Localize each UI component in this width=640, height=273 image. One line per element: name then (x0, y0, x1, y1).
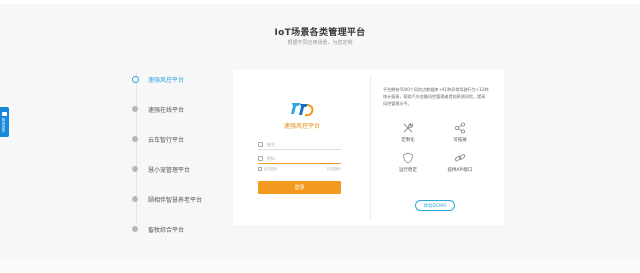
nav-dot (132, 226, 138, 232)
nav-item-risk-control[interactable]: 速强风控平台 (128, 64, 228, 94)
nav-item-label: 速强在线平台 (148, 106, 185, 114)
card-divider (370, 75, 371, 220)
nav-item-label: 畜牧综合平台 (148, 226, 185, 234)
nav-item-pet[interactable]: 慧小宠管理平台 (128, 154, 228, 184)
section-title: IoT场景各类管理平台 (274, 28, 366, 38)
share-icon (454, 122, 466, 134)
forgot-password-link[interactable]: 忘记密码? (327, 166, 341, 171)
feature-label: 运行稳定 (399, 168, 417, 173)
login-button[interactable]: 登录 (258, 181, 341, 194)
top-bar (0, 0, 640, 4)
demo-button[interactable]: 体验DEMO (415, 200, 455, 211)
nav-item-livestock[interactable]: 畜牧综合平台 (128, 214, 228, 244)
feature-label: 定制化 (401, 138, 415, 143)
password-field[interactable]: 密码 (258, 154, 341, 164)
nav-item-label: 颐相伴智慧养老平台 (148, 196, 203, 204)
shield-icon (403, 152, 413, 164)
nav-dot (132, 106, 138, 112)
feature-stable: 运行稳定 (390, 152, 426, 173)
nav-dot-active (131, 75, 139, 83)
nav-dot (132, 166, 138, 172)
section-subtitle: 根据不同应用场景，为您定制 (287, 40, 353, 46)
tools-icon (403, 122, 414, 133)
business-contact-tab[interactable]: 商务合作 (0, 107, 9, 137)
nav-dot (132, 196, 138, 202)
chat-icon (2, 111, 7, 116)
nav-dot (132, 136, 138, 142)
nav-item-label: 速强风控平台 (148, 76, 185, 84)
password-placeholder: 密码 (267, 155, 275, 161)
feature-label: 提供API接口 (447, 168, 473, 173)
nav-item-label: 慧小宠管理平台 (148, 166, 191, 174)
username-placeholder: 账号 (267, 141, 275, 147)
nav-item-elderly-care[interactable]: 颐相伴智慧养老平台 (128, 184, 228, 214)
platform-description: 平台拥有5000个风险点数据库+41种异常驾驶行为+12种统计报表，帮助汽车金融… (383, 87, 489, 106)
nav-item-label: 云车智行平台 (148, 136, 185, 144)
feature-customization: 定制化 (390, 122, 426, 143)
feature-label: 可拓展 (453, 138, 467, 143)
nav-item-smart-car[interactable]: 云车智行平台 (128, 124, 228, 154)
brand-name: 速强风控平台 (283, 123, 320, 130)
page-footer-strip (0, 258, 640, 273)
link-icon (454, 154, 466, 162)
user-icon (258, 142, 263, 147)
platform-nav: 速强风控平台 速强在线平台 云车智行平台 慧小宠管理平台 颐相伴智慧养老平台 畜… (128, 64, 228, 244)
remember-label: 记住密码 (264, 167, 277, 171)
remember-checkbox[interactable] (258, 166, 262, 171)
username-field[interactable]: 账号 (258, 140, 341, 150)
feature-extensible: 可拓展 (442, 122, 478, 143)
brand-logo-icon (291, 103, 314, 117)
side-tab-label: 商务合作 (2, 117, 6, 133)
lock-icon (258, 156, 263, 161)
feature-api: 提供API接口 (442, 152, 478, 173)
nav-item-online[interactable]: 速强在线平台 (128, 94, 228, 124)
login-options: 记住密码 忘记密码? (258, 166, 341, 171)
